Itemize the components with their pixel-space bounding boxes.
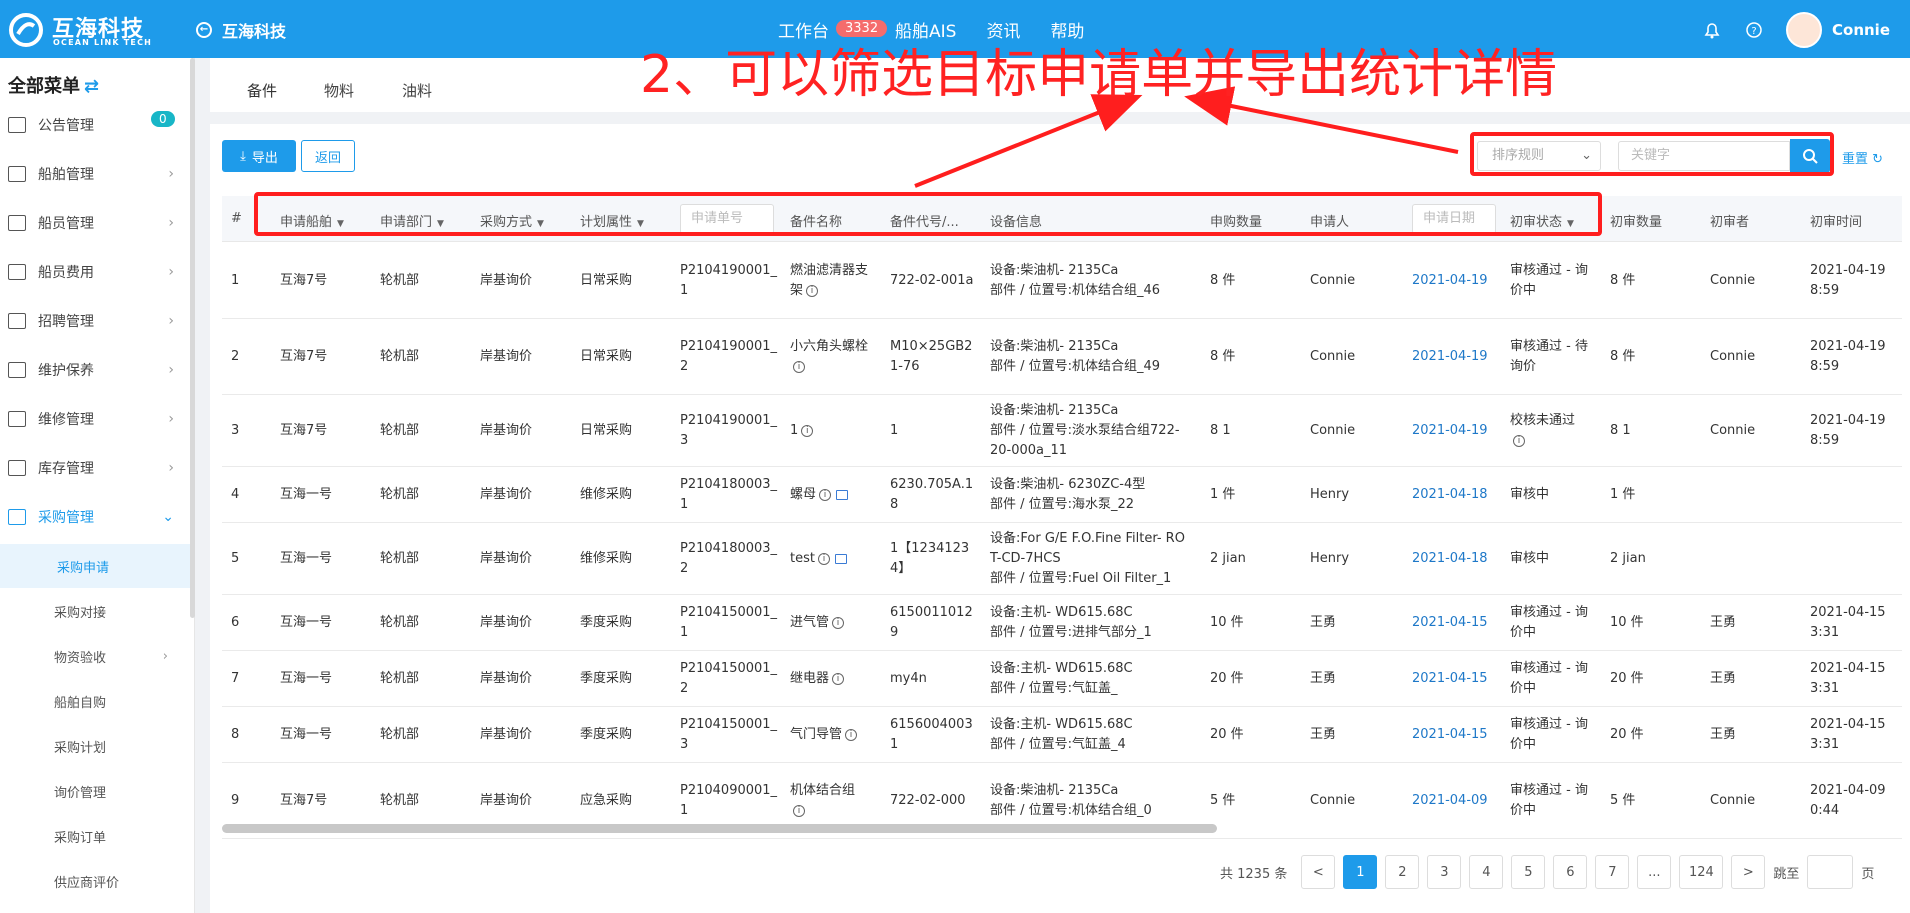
total-count: 共 1235 条: [1220, 866, 1288, 882]
jump-input[interactable]: [1807, 855, 1854, 889]
page-124[interactable]: 124: [1679, 855, 1724, 889]
prev-page-button[interactable]: <: [1301, 855, 1336, 889]
page-1[interactable]: 1: [1343, 855, 1378, 889]
page-suffix: 页: [1861, 866, 1875, 882]
page-4[interactable]: 4: [1469, 855, 1504, 889]
page-ellipsis[interactable]: ...: [1637, 855, 1672, 889]
arrow-to-filter: [914, 94, 1143, 188]
next-page-button[interactable]: >: [1731, 855, 1766, 889]
pagination: 共 1235 条 < 1 2 3 4 5 6 7 ... 124 > 跳至 页: [1220, 855, 1874, 889]
page-5[interactable]: 5: [1511, 855, 1546, 889]
page-6[interactable]: 6: [1553, 855, 1588, 889]
page-2[interactable]: 2: [1385, 855, 1420, 889]
annotation-arrows: [914, 86, 1459, 188]
jump-label: 跳至: [1773, 866, 1800, 882]
page-3[interactable]: 3: [1427, 855, 1462, 889]
annotation-text: 2、可以筛选目标申请单并导出统计详情: [640, 45, 1558, 105]
page-7[interactable]: 7: [1595, 855, 1630, 889]
